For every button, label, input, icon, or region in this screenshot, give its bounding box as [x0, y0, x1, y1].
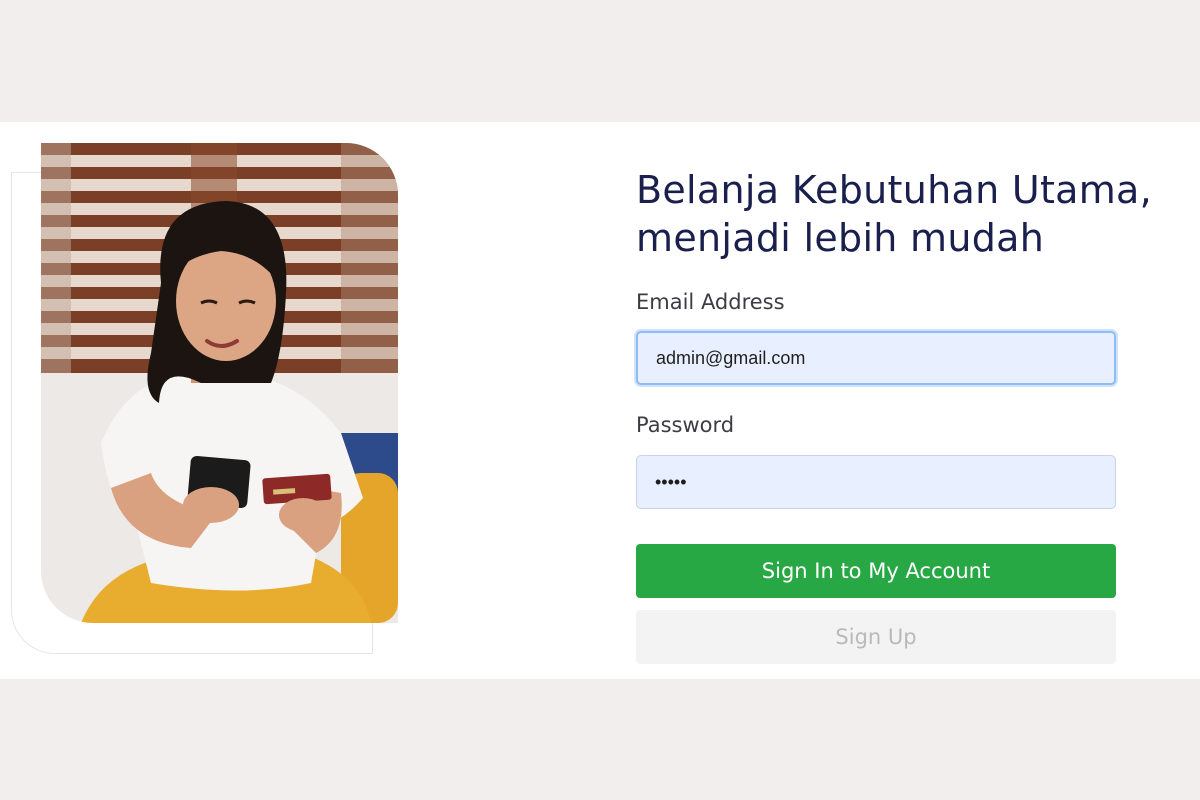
- headline-line-2: menjadi lebih mudah: [636, 216, 1045, 260]
- email-label: Email Address: [636, 290, 785, 314]
- password-input[interactable]: [636, 455, 1116, 509]
- sign-up-button[interactable]: Sign Up: [636, 610, 1116, 664]
- login-panel: Belanja Kebutuhan Utama, menjadi lebih m…: [0, 122, 1200, 679]
- email-input[interactable]: [636, 331, 1116, 385]
- sign-in-button[interactable]: Sign In to My Account: [636, 544, 1116, 598]
- hero-image: [41, 143, 398, 623]
- password-label: Password: [636, 413, 735, 437]
- headline-line-1: Belanja Kebutuhan Utama,: [636, 168, 1153, 212]
- headline: Belanja Kebutuhan Utama, menjadi lebih m…: [636, 166, 1196, 262]
